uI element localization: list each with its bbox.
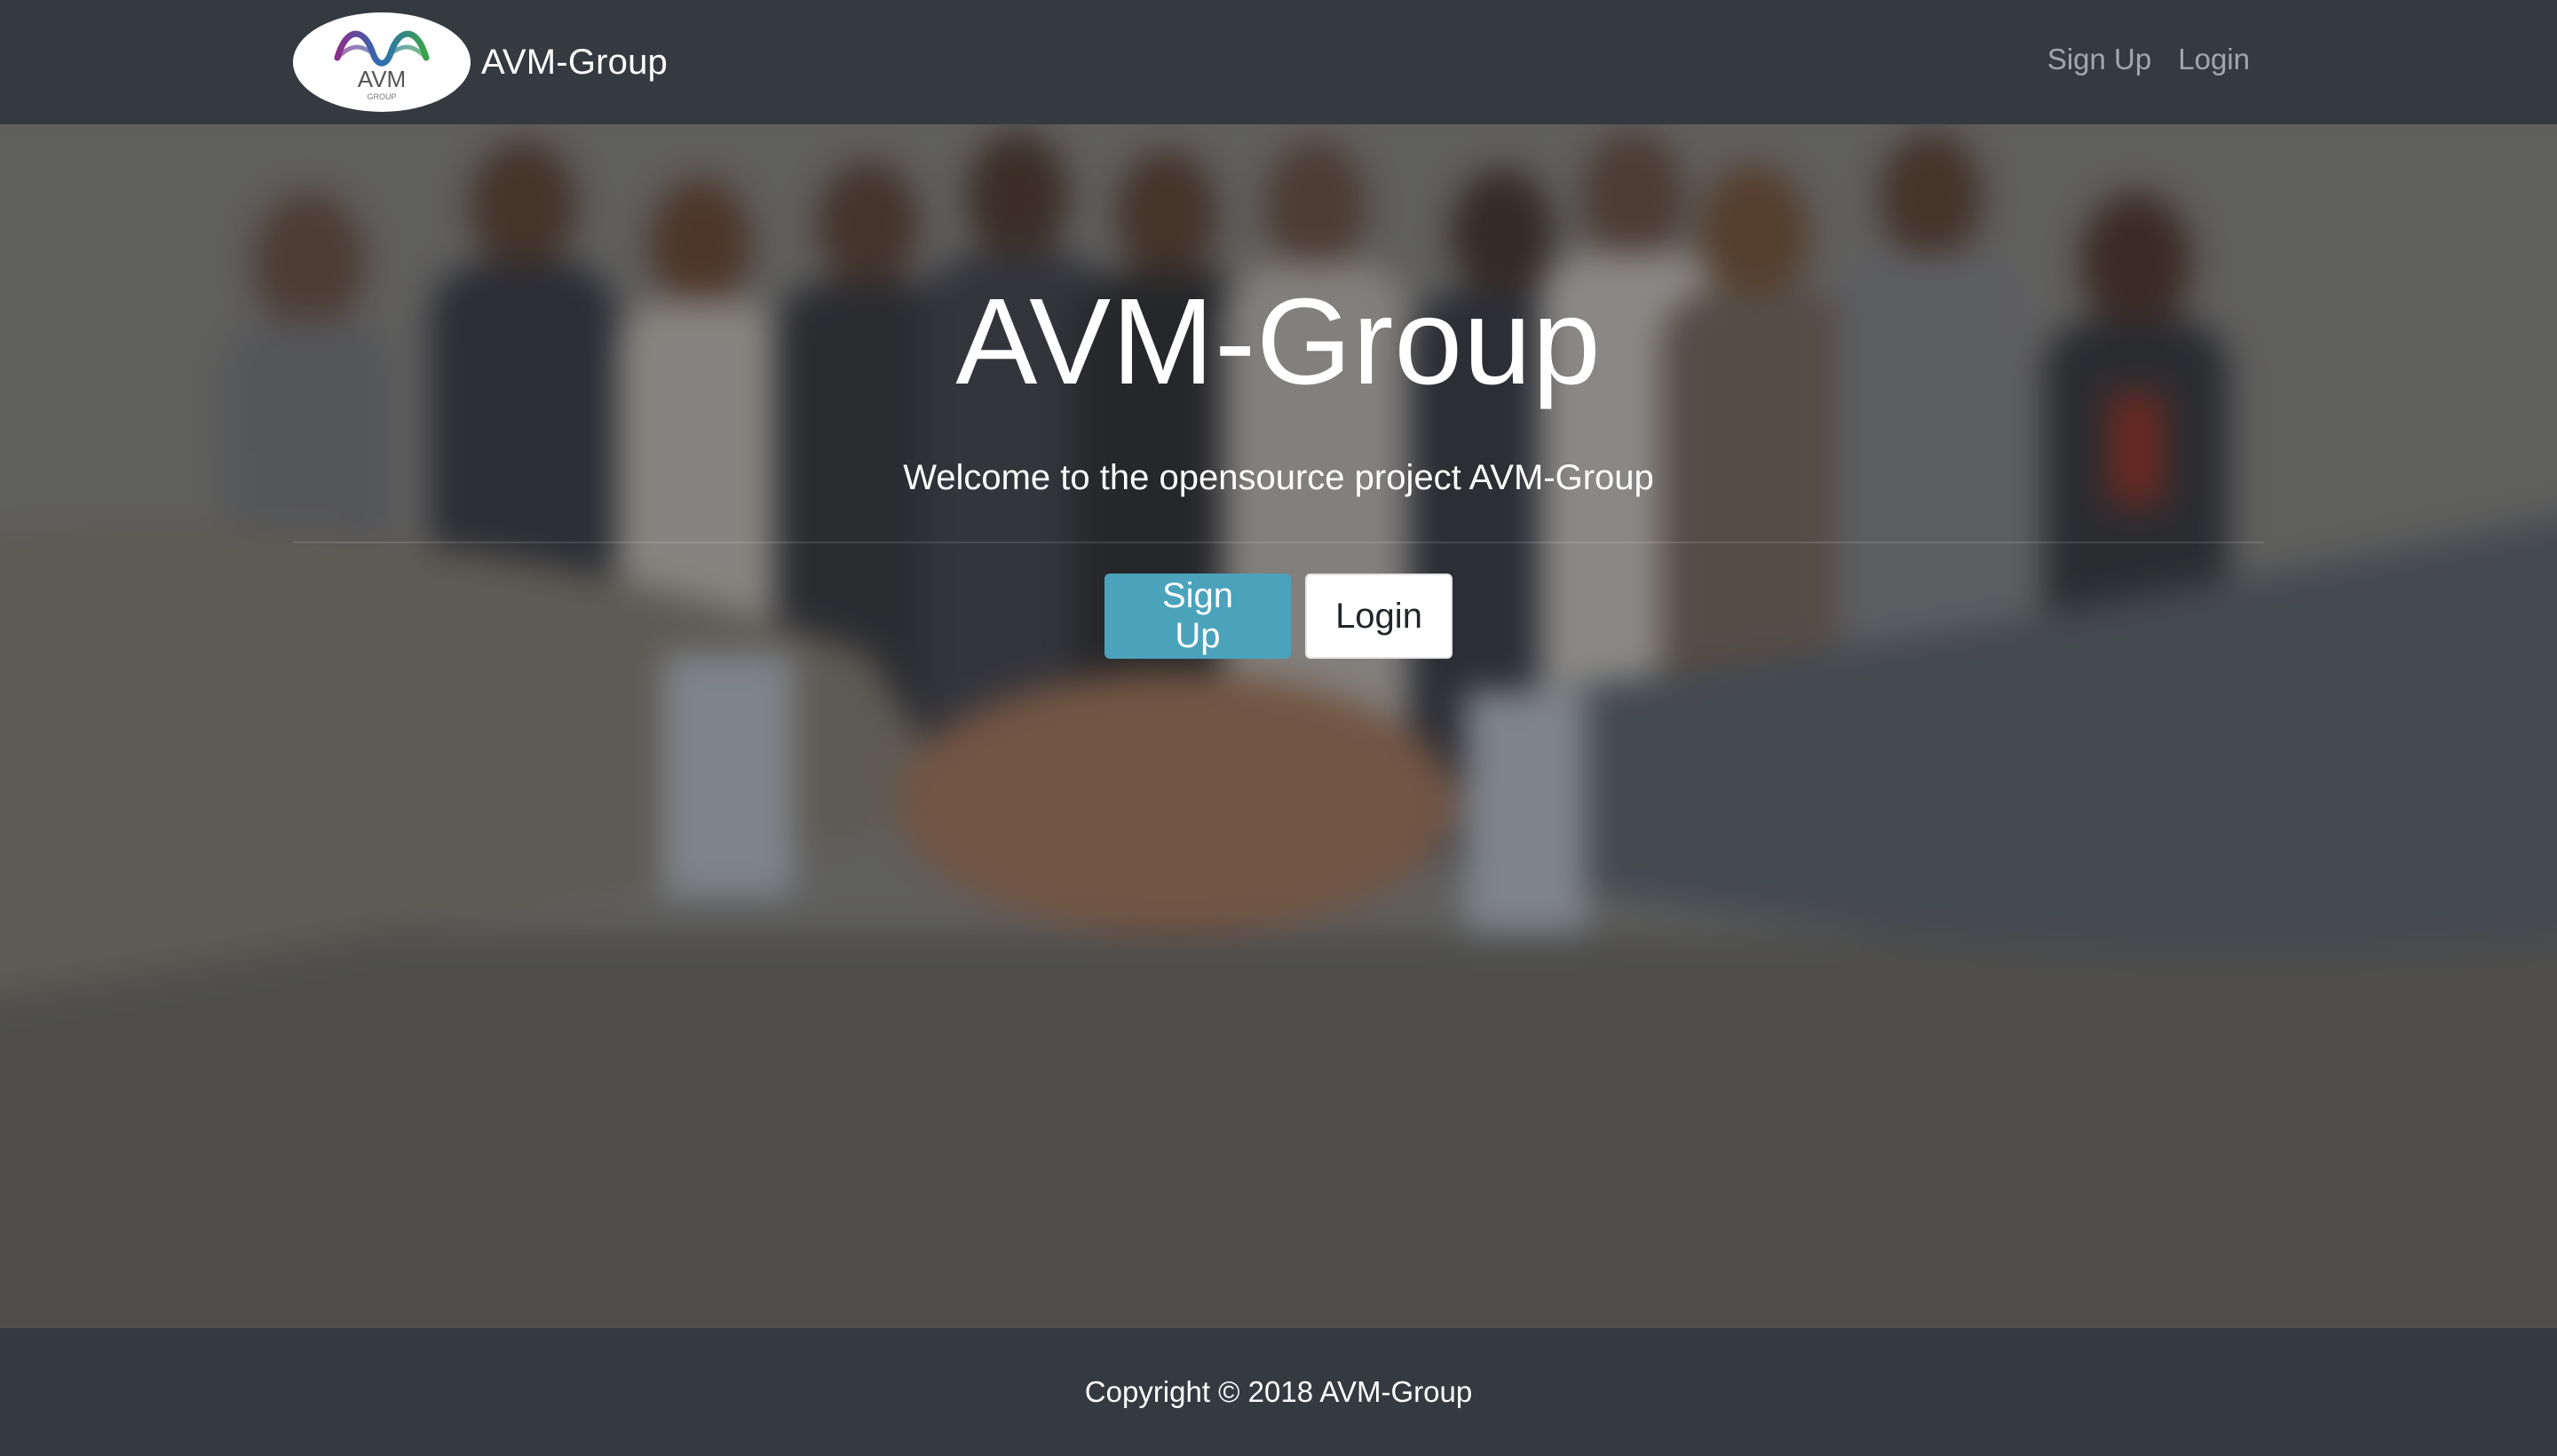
copyright-text: Copyright © 2018 AVM-Group [1084, 1375, 1473, 1408]
navbar-brand[interactable]: AVM GROUP AVM-Group [293, 12, 668, 112]
svg-text:GROUP: GROUP [367, 92, 396, 101]
nav-link-login[interactable]: Login [2178, 43, 2250, 76]
signup-button[interactable]: Sign Up [1104, 574, 1291, 659]
navbar: AVM GROUP AVM-Group Sign Up Login [0, 0, 2557, 124]
login-button[interactable]: Login [1305, 574, 1453, 659]
hero-title: AVM-Group [955, 273, 1602, 410]
brand-name[interactable]: AVM-Group [481, 43, 668, 83]
nav-link-signup[interactable]: Sign Up [2047, 43, 2151, 76]
avm-logo-icon[interactable]: AVM GROUP [293, 12, 471, 112]
hero-buttons: Sign Up Login [0, 574, 2557, 659]
hero-content: AVM-Group Welcome to the opensource proj… [0, 124, 2557, 1328]
footer: Copyright © 2018 AVM-Group [0, 1328, 2557, 1456]
hero-subtitle: Welcome to the opensource project AVM-Gr… [903, 458, 1654, 497]
hero-section: AVM-Group Welcome to the opensource proj… [0, 124, 2557, 1328]
navbar-links: Sign Up Login [2047, 0, 2250, 119]
svg-text:AVM: AVM [358, 66, 406, 92]
hero-divider [293, 542, 2264, 543]
